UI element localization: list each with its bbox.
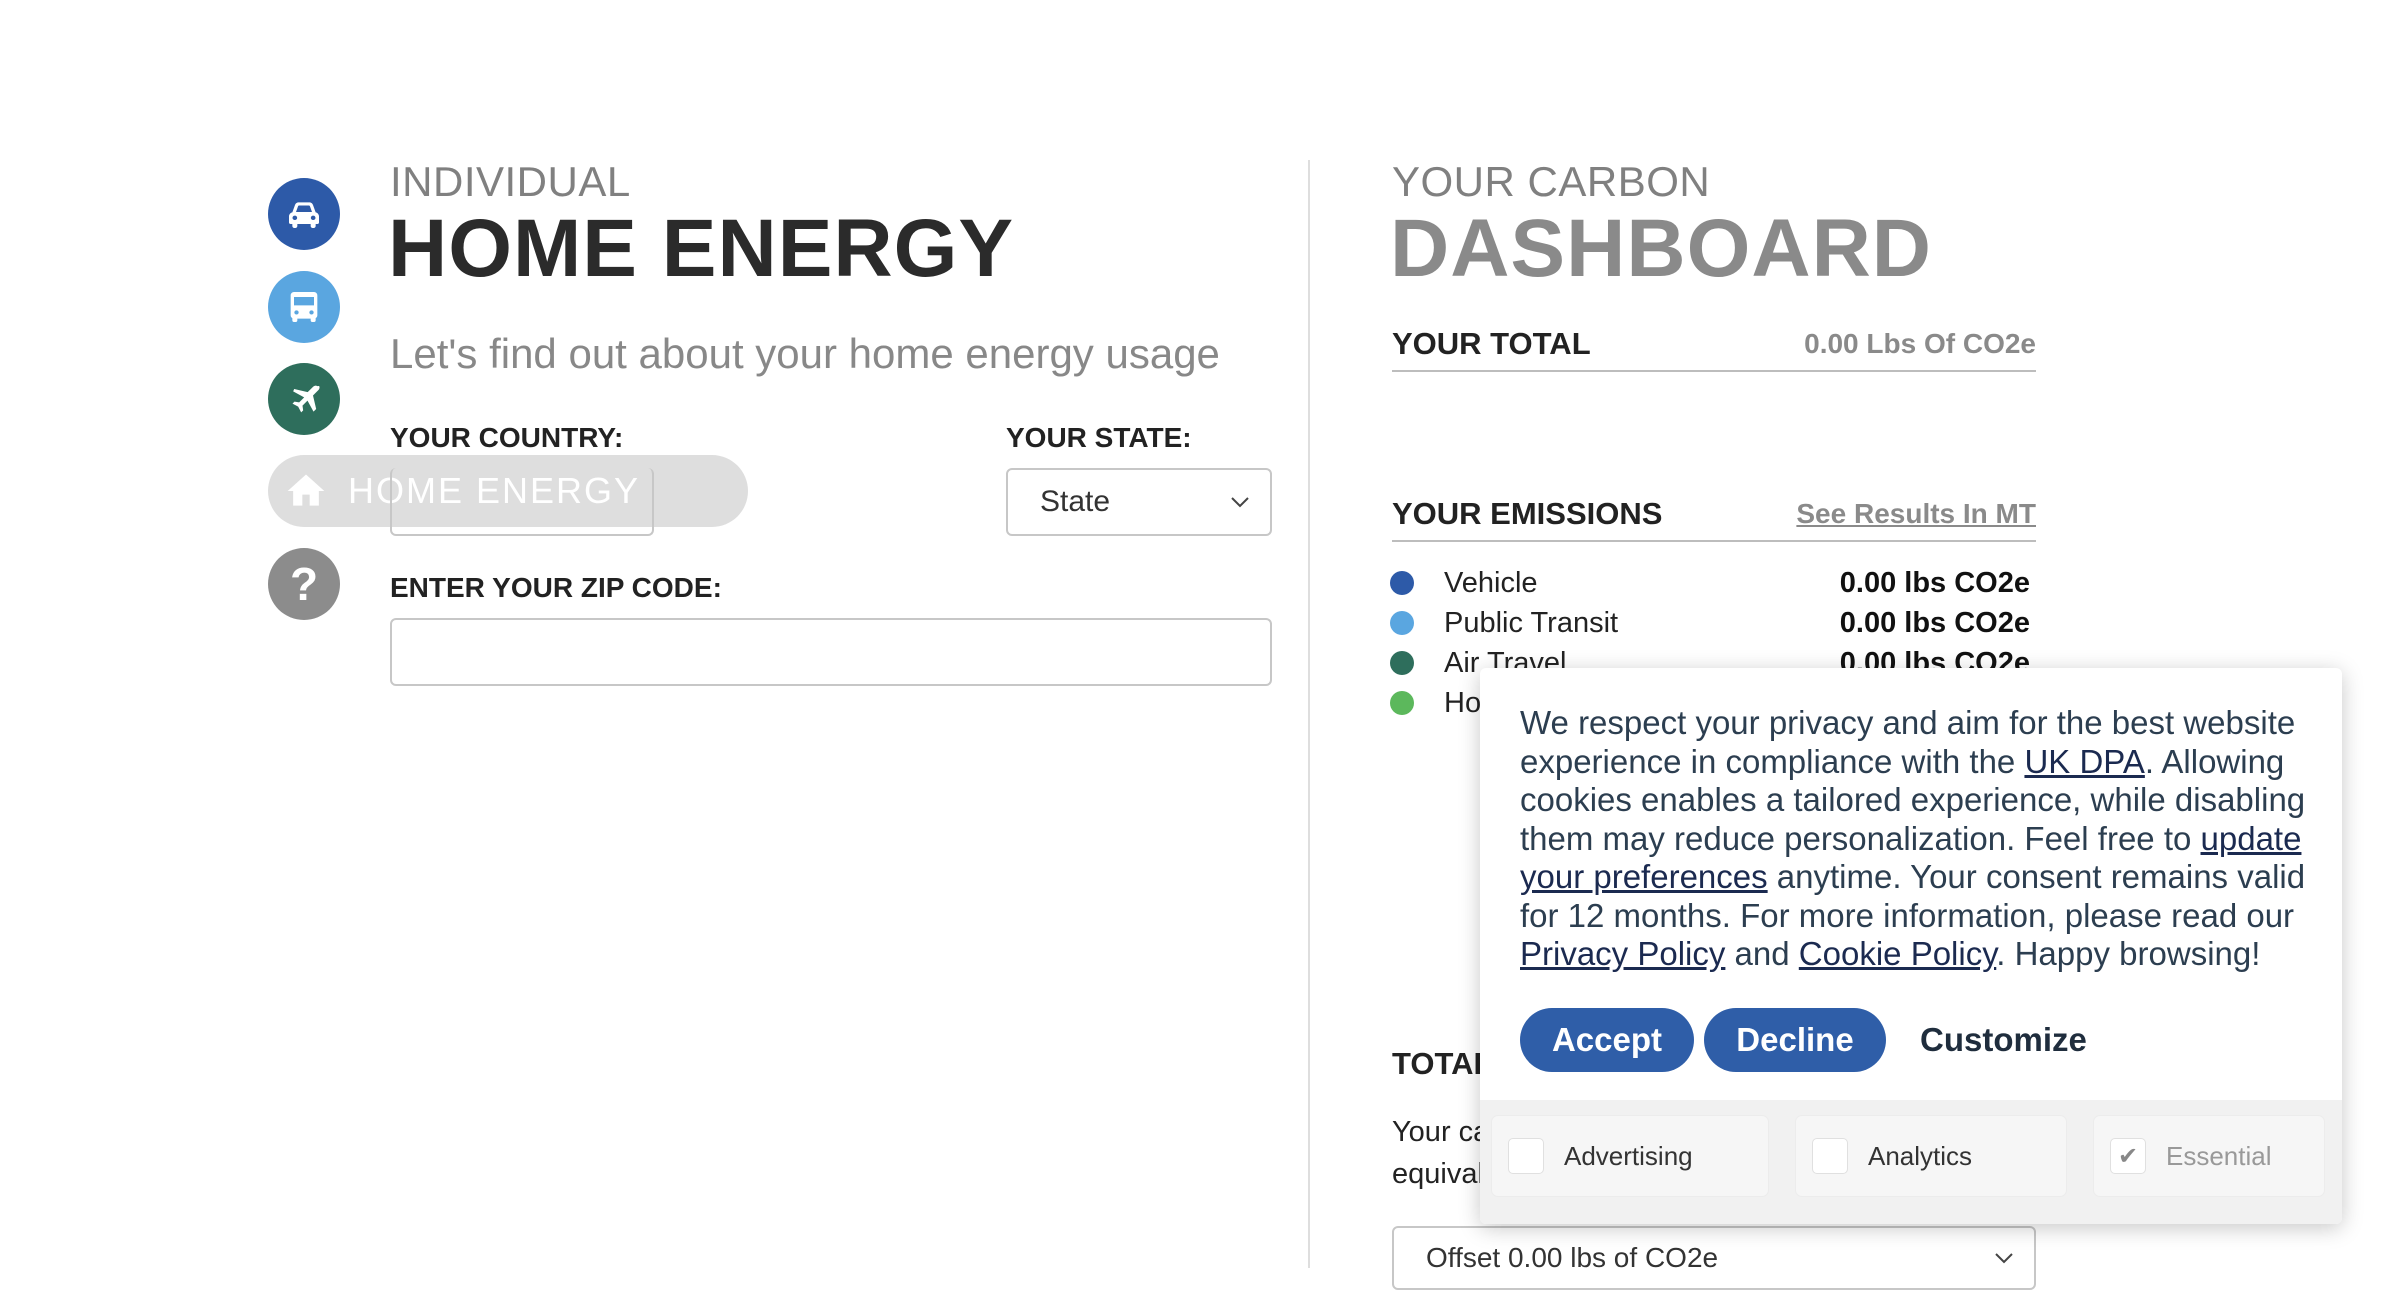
dashboard-title: DASHBOARD: [1390, 203, 1932, 294]
state-select-value: State: [1040, 485, 1111, 518]
uk-dpa-link[interactable]: UK DPA: [2024, 743, 2144, 780]
state-label: YOUR STATE:: [1006, 422, 1192, 453]
house-icon: [287, 474, 325, 506]
emissions-label: YOUR EMISSIONS: [1392, 496, 1663, 531]
total-divider: [1392, 370, 2036, 372]
state-select[interactable]: State: [1006, 468, 1272, 536]
form-eyebrow: INDIVIDUAL: [390, 158, 631, 205]
privacy-policy-link[interactable]: Privacy Policy: [1520, 935, 1725, 972]
car-icon: [289, 202, 319, 228]
airplane-icon: [292, 385, 320, 413]
offset-select[interactable]: Offset 0.00 lbs of CO2e: [1392, 1226, 2036, 1290]
column-divider: [1308, 160, 1310, 1268]
total-label: YOUR TOTAL: [1392, 326, 1591, 361]
cookie-policy-link[interactable]: Cookie Policy: [1799, 935, 1996, 972]
accept-button[interactable]: Accept: [1520, 1008, 1694, 1072]
question-mark-icon: ?: [289, 558, 319, 610]
emission-label: Public Transit: [1444, 606, 1619, 639]
analytics-checkbox[interactable]: [1812, 1138, 1848, 1174]
essential-label: Essential: [2166, 1140, 2272, 1171]
advertising-option[interactable]: Advertising: [1492, 1116, 1768, 1196]
transit-dot-icon: [1390, 611, 1414, 635]
vehicle-nav-button[interactable]: [268, 178, 340, 250]
essential-option: ✔ Essential: [2094, 1116, 2324, 1196]
advertising-label: Advertising: [1564, 1140, 1693, 1171]
decline-button[interactable]: Decline: [1704, 1008, 1886, 1072]
cookie-text-part: . Happy browsing!: [1996, 935, 2261, 972]
emission-row-vehicle: Vehicle 0.00 lbs CO2e: [1388, 563, 2030, 603]
cookie-options: Advertising Analytics ✔ Essential: [1480, 1100, 2342, 1224]
country-label: YOUR COUNTRY:: [390, 422, 624, 453]
emissions-divider: [1392, 540, 2036, 542]
country-select[interactable]: [390, 468, 654, 536]
bus-icon: [290, 292, 318, 322]
total-text-line2: equival: [1392, 1158, 1484, 1190]
chevron-down-icon: [1995, 1253, 2013, 1264]
cookie-banner: We respect your privacy and aim for the …: [1480, 668, 2342, 1224]
emission-value: 0.00 lbs CO2e: [1839, 566, 2030, 599]
check-icon: ✔: [2110, 1138, 2146, 1174]
analytics-option[interactable]: Analytics: [1796, 1116, 2066, 1196]
page-title: HOME ENERGY: [388, 203, 1015, 294]
total-value: 0.00 Lbs Of CO2e: [1804, 328, 2036, 359]
vehicle-dot-icon: [1390, 571, 1414, 595]
air-dot-icon: [1390, 651, 1414, 675]
offset-select-value: Offset 0.00 lbs of CO2e: [1426, 1242, 1719, 1273]
emission-value: 0.00 lbs CO2e: [1839, 606, 2030, 639]
chevron-down-icon: [1231, 497, 1249, 508]
customize-button[interactable]: Customize: [1920, 1008, 2087, 1072]
total-text-line1: Your ca: [1392, 1116, 1490, 1148]
advertising-checkbox[interactable]: [1508, 1138, 1544, 1174]
dashboard-eyebrow: YOUR CARBON: [1392, 158, 1711, 205]
total-section-label: TOTAL: [1392, 1046, 1493, 1081]
cookie-message: We respect your privacy and aim for the …: [1520, 704, 2310, 974]
analytics-label: Analytics: [1868, 1140, 1973, 1171]
emission-label: Vehicle: [1444, 566, 1538, 599]
page-subtitle: Let's find out about your home energy us…: [390, 330, 1220, 377]
home-dot-icon: [1390, 691, 1414, 715]
see-results-link[interactable]: See Results In MT: [1700, 498, 2036, 530]
help-nav-button[interactable]: ?: [268, 548, 340, 620]
public-transit-nav-button[interactable]: [268, 271, 340, 343]
cookie-text-part: and: [1725, 935, 1799, 972]
emission-row-public-transit: Public Transit 0.00 lbs CO2e: [1388, 603, 2030, 643]
air-travel-nav-button[interactable]: [268, 363, 340, 435]
zip-label: ENTER YOUR ZIP CODE:: [390, 572, 722, 603]
zip-input[interactable]: [390, 618, 1272, 686]
